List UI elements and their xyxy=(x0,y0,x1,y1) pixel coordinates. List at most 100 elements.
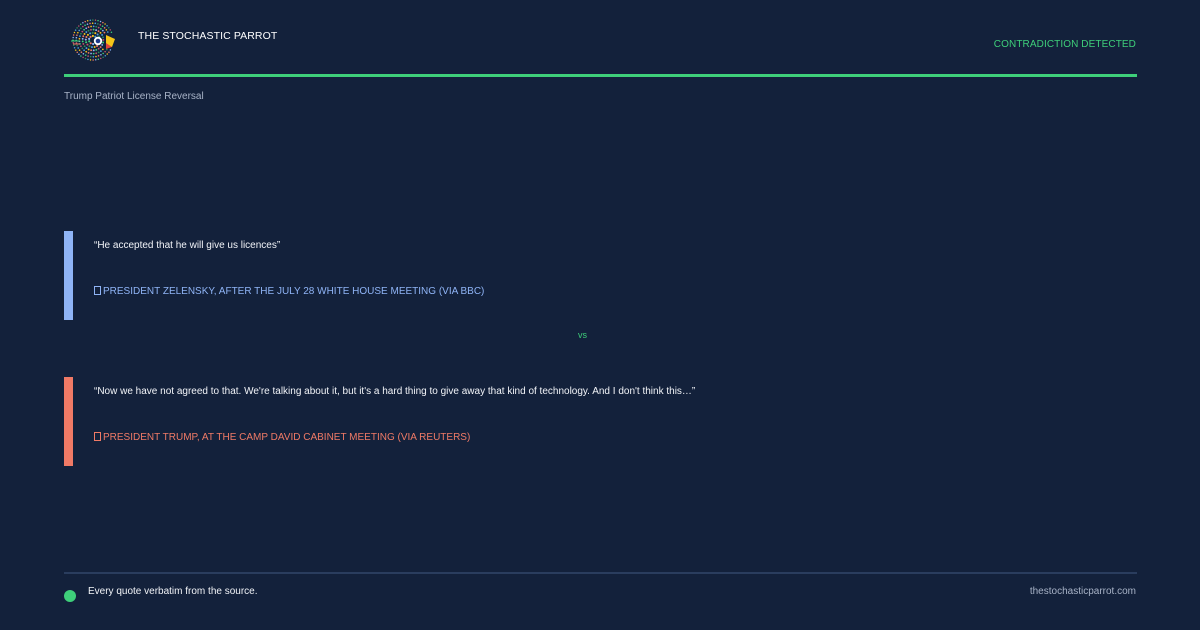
quote-attribution: PRESIDENT TRUMP, AT THE CAMP DAVID CABIN… xyxy=(103,432,471,443)
logo-dot xyxy=(85,41,88,44)
logo-dot xyxy=(106,53,108,55)
logo-dot xyxy=(76,34,78,36)
logo-dot xyxy=(101,25,104,28)
logo-dot xyxy=(97,23,99,25)
logo-dot xyxy=(83,45,86,48)
logo-dot xyxy=(91,22,94,25)
logo-dot xyxy=(73,31,76,34)
logo-dot xyxy=(108,51,110,53)
logo-dot xyxy=(88,45,91,48)
logo-dot xyxy=(80,45,82,48)
logo-dot xyxy=(77,31,79,34)
brand-name: THE STOCHASTIC PARROT xyxy=(138,30,278,42)
quote-accent-bar xyxy=(64,377,73,466)
logo-dot xyxy=(99,46,102,48)
logo-dot xyxy=(104,23,106,25)
logo-dot xyxy=(90,28,92,31)
logo-dot xyxy=(109,49,112,51)
logo-dot xyxy=(83,28,85,31)
logo-dot xyxy=(82,21,84,24)
logo-dot xyxy=(97,51,100,54)
logo-dot xyxy=(72,44,75,47)
logo-dot xyxy=(85,31,88,33)
quote-attribution-row: PRESIDENT ZELENSKY, AFTER THE JULY 28 WH… xyxy=(94,286,484,297)
logo-dot xyxy=(102,21,104,24)
logo-dot xyxy=(87,55,89,57)
logo-dot xyxy=(96,33,99,36)
logo-dot xyxy=(76,51,78,54)
footer-divider xyxy=(64,572,1137,574)
logo-dot xyxy=(88,40,91,43)
logo-dot xyxy=(101,43,104,46)
logo-dot xyxy=(77,47,79,49)
logo-dot xyxy=(97,47,100,50)
logo-dot xyxy=(95,48,98,51)
logo-dot xyxy=(102,41,105,44)
logo-dot xyxy=(97,30,100,33)
logo-dot xyxy=(85,36,88,39)
quote-text: “Now we have not agreed to that. We're t… xyxy=(94,386,696,397)
logo-dot xyxy=(95,55,97,58)
footer-disclaimer: Every quote verbatim from the source. xyxy=(88,586,258,597)
logo-dot xyxy=(83,33,86,35)
logo-dot xyxy=(78,53,80,55)
logo-dot xyxy=(78,29,81,32)
logo-dot xyxy=(87,29,90,32)
logo-dot xyxy=(102,56,104,59)
logo-dot xyxy=(84,38,87,41)
logo-dot xyxy=(78,49,81,51)
logo-dot xyxy=(72,41,74,44)
logo-dot xyxy=(84,24,86,26)
logo-dot xyxy=(107,31,109,33)
logo-dot xyxy=(92,28,95,31)
logo-dot xyxy=(81,37,84,40)
logo-dot xyxy=(90,46,93,49)
logo-dot xyxy=(78,25,80,27)
logo-dot xyxy=(92,59,94,61)
logo-dot xyxy=(94,22,97,25)
logo-dot xyxy=(75,36,78,39)
logo-dot xyxy=(80,32,82,35)
quote-attribution: PRESIDENT ZELENSKY, AFTER THE JULY 28 WH… xyxy=(103,286,485,297)
logo-dot xyxy=(86,23,89,25)
logo-dot xyxy=(105,29,108,31)
logo-dot xyxy=(87,26,90,29)
logo-dot xyxy=(101,29,104,32)
logo-dot xyxy=(100,57,102,60)
logo-dot xyxy=(95,29,98,32)
logo-dot xyxy=(85,27,88,30)
versus-label: vs xyxy=(578,330,587,340)
logo-dot xyxy=(72,36,74,39)
logo-dot xyxy=(109,29,112,31)
logo-dot xyxy=(100,54,102,56)
logo-dot xyxy=(89,35,92,38)
logo-dot xyxy=(82,25,84,28)
logo-dot xyxy=(91,31,94,34)
quote-text: “He accepted that he will give us licenc… xyxy=(94,240,281,251)
quote-attribution-row: PRESIDENT TRUMP, AT THE CAMP DAVID CABIN… xyxy=(94,432,470,443)
logo-dot xyxy=(86,43,89,46)
logo-dot xyxy=(103,27,106,29)
logo-dot xyxy=(90,52,92,55)
logo-dot xyxy=(99,24,102,26)
logo-dot xyxy=(104,50,106,53)
logo-dot xyxy=(102,36,104,39)
logo-dot xyxy=(79,23,82,25)
logo-dot xyxy=(96,44,99,47)
logo-dot xyxy=(102,52,104,55)
logo-dot xyxy=(101,33,104,36)
logo-dot xyxy=(89,42,92,45)
site-link[interactable]: thestochasticparrot.com xyxy=(1030,586,1136,597)
logo-dot xyxy=(89,55,92,58)
header-divider xyxy=(64,74,1137,77)
quote-card-trump: “Now we have not agreed to that. We're t… xyxy=(64,377,1064,466)
logo-dot xyxy=(87,51,90,54)
logo-dot xyxy=(85,50,88,53)
logo-dot xyxy=(81,30,84,33)
parrot-eye-pupil xyxy=(95,38,101,44)
logo-dot xyxy=(84,54,87,56)
logo-dot xyxy=(108,26,110,29)
logo-dot xyxy=(101,48,104,51)
logo-dot xyxy=(82,56,84,59)
logo-dot xyxy=(89,22,91,25)
